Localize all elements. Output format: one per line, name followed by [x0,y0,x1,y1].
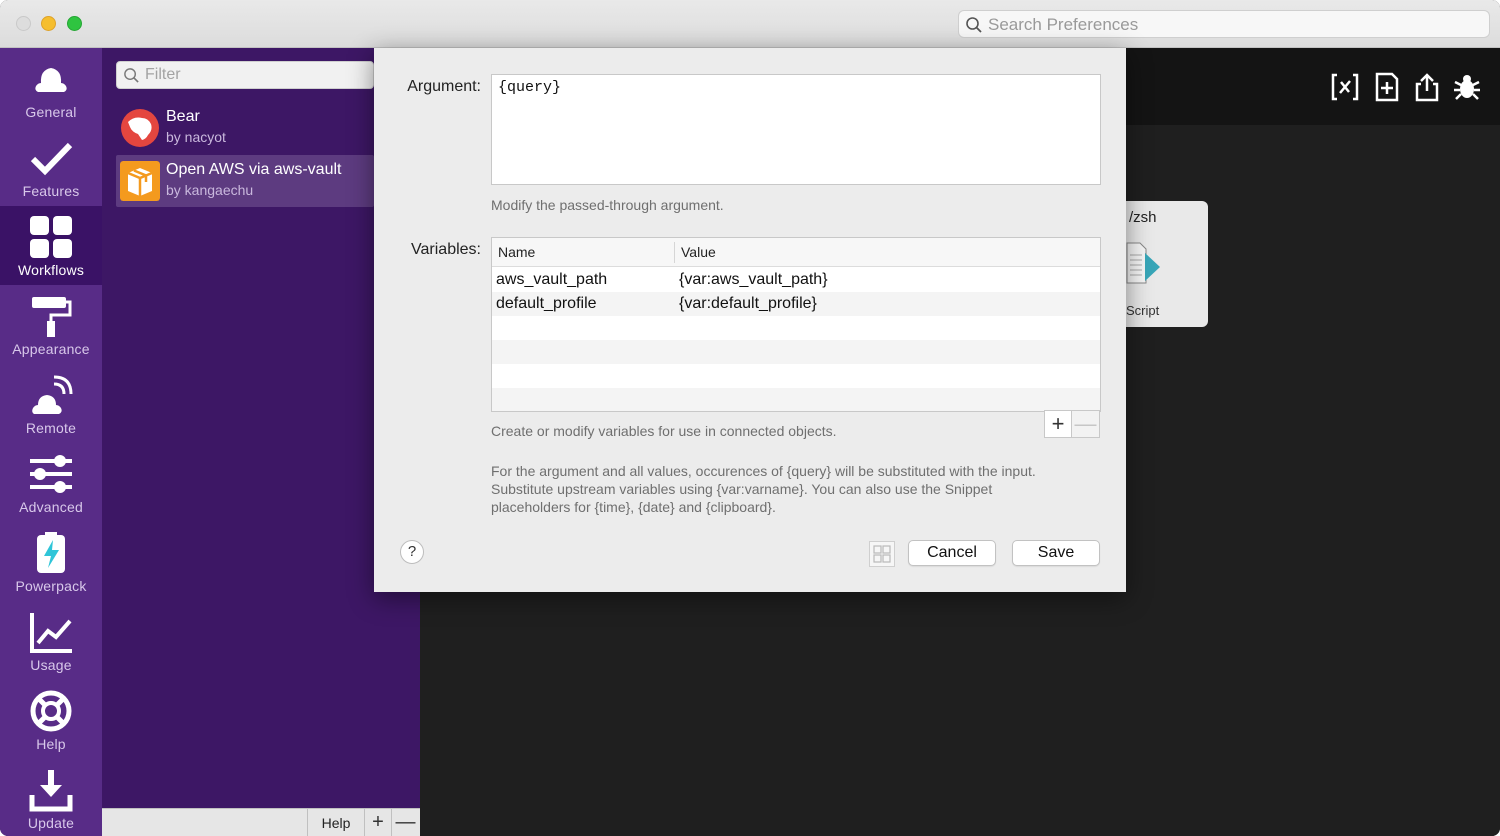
argument-input[interactable]: {query} [498,79,1094,179]
bear-icon [121,109,159,147]
minimize-window-button[interactable] [41,16,56,31]
workflow-title: Open AWS via aws-vault [166,161,342,178]
variable-value[interactable]: {var:default_profile} [679,295,817,313]
workflow-item-open-aws[interactable]: Open AWS via aws-vault by kangaechu [116,155,374,207]
nav-item-update[interactable]: Update [0,759,102,836]
variable-name[interactable]: default_profile [496,295,597,313]
table-row-empty [492,364,1100,388]
workflow-list-bottom-bar: Help + — [102,808,420,836]
variables-table[interactable]: Name Value aws_vault_path {var:aws_vault… [491,237,1101,412]
column-header-name[interactable]: Name [498,244,535,260]
add-object-icon[interactable] [1372,72,1402,102]
nav-item-general[interactable]: General [0,48,102,127]
layout-grid-button[interactable] [869,541,895,567]
argument-variables-dialog: Argument: {query} Modify the passed-thro… [374,48,1126,592]
remote-icon [32,375,73,414]
nav-label: Remote [25,420,77,436]
nav-item-features[interactable]: Features [0,127,102,206]
variables-hint: Create or modify variables for use in co… [491,423,837,439]
help-button[interactable]: Help [307,809,365,836]
box-icon [120,161,160,201]
table-row-empty [492,340,1100,364]
nav-item-appearance[interactable]: Appearance [0,285,102,364]
workflow-author: by nacyot [166,129,226,145]
nav-label: Features [22,183,80,199]
nav-label: Powerpack [15,578,87,594]
share-icon[interactable] [1412,72,1442,102]
title-bar [0,0,1500,48]
chart-icon [30,613,72,653]
nav-item-workflows[interactable]: Workflows [0,206,102,285]
filter-input[interactable] [145,65,369,85]
table-row-empty [492,316,1100,340]
column-header-value[interactable]: Value [681,244,716,260]
node-label: /zsh [1126,209,1157,226]
nav-item-remote[interactable]: Remote [0,364,102,443]
maximize-window-button[interactable] [67,16,82,31]
variables-icon[interactable] [1330,72,1360,102]
checkmark-icon [30,142,73,176]
nav-item-powerpack[interactable]: Powerpack [0,522,102,601]
lifebuoy-icon [30,690,72,732]
add-workflow-button[interactable]: + [365,809,392,836]
nav-label: Update [27,815,75,831]
remove-workflow-button[interactable]: — [392,809,419,836]
add-variable-button[interactable]: + [1044,410,1072,438]
remove-variable-button[interactable]: — [1072,410,1100,438]
search-preferences-input[interactable] [988,14,1478,36]
nav-label: Usage [30,657,72,673]
cancel-button[interactable]: Cancel [908,540,996,566]
debug-bug-icon[interactable] [1452,72,1482,102]
nav-label: Workflows [17,262,85,278]
nav-item-advanced[interactable]: Advanced [0,443,102,522]
table-row-empty [492,388,1100,411]
powerpack-icon [37,532,65,573]
variable-value[interactable]: {var:aws_vault_path} [679,271,828,289]
general-icon [35,68,67,92]
filter-field[interactable] [116,61,374,89]
substitution-info: For the argument and all values, occuren… [491,463,1036,515]
grid-icon [873,545,891,563]
workflow-title: Bear [166,108,200,125]
script-icon [1126,242,1160,284]
workflow-list-panel: Bear by nacyot Open AWS via aws-vault by… [102,48,420,836]
variables-label: Variables: [411,241,481,258]
help-button[interactable]: ? [400,540,424,564]
workflows-grid-icon [30,216,72,258]
nav-item-usage[interactable]: Usage [0,601,102,680]
nav-label: Appearance [12,341,90,357]
nav-label: Advanced [19,499,83,515]
search-icon [124,68,139,83]
argument-field[interactable]: {query} [491,74,1101,185]
variable-name[interactable]: aws_vault_path [496,271,607,289]
nav-label: General [25,104,77,120]
table-row[interactable]: default_profile {var:default_profile} [492,292,1100,316]
table-row[interactable]: aws_vault_path {var:aws_vault_path} [492,268,1100,292]
table-header: Name Value [492,238,1100,267]
workflow-author: by kangaechu [166,182,254,198]
preferences-sidebar: General Features Workflows Appearance Re… [0,48,102,836]
nav-label: Help [36,736,66,752]
close-window-button[interactable] [16,16,31,31]
node-sublabel: Script [1126,303,1160,318]
argument-hint: Modify the passed-through argument. [491,197,724,213]
nav-item-help[interactable]: Help [0,680,102,759]
argument-label: Argument: [407,78,481,95]
sliders-icon [30,455,72,493]
save-button[interactable]: Save [1012,540,1100,566]
paint-roller-icon [32,297,72,337]
search-icon [966,17,982,33]
download-icon [29,770,73,812]
preferences-window: General Features Workflows Appearance Re… [0,0,1500,836]
search-preferences[interactable] [958,10,1490,38]
workflow-item-bear[interactable]: Bear by nacyot [116,102,374,154]
